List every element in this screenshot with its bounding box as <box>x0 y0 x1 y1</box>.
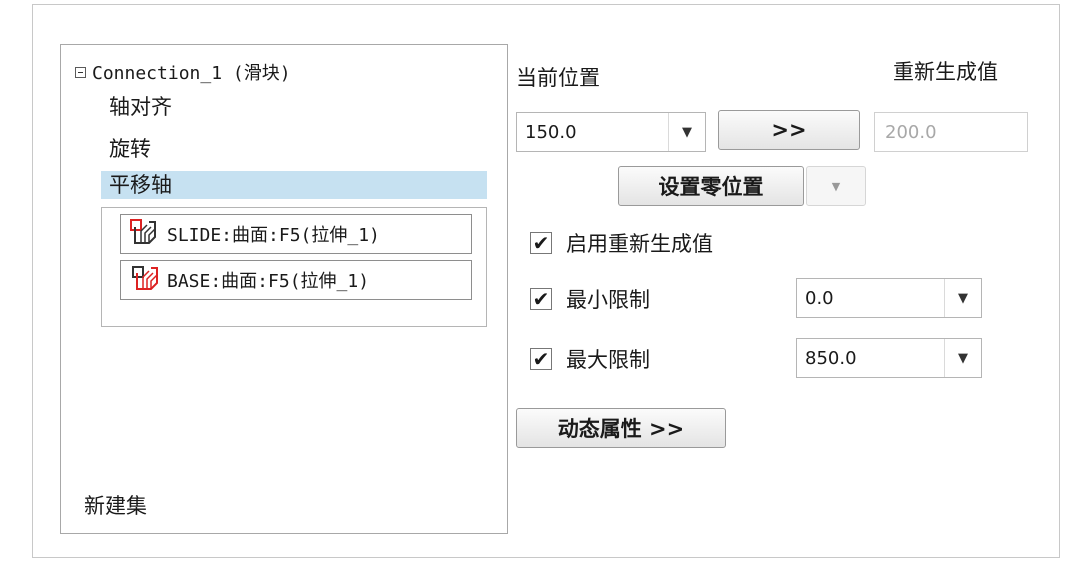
current-position-value[interactable]: 150.0 <box>517 122 668 143</box>
max-limit-label: 最大限制 <box>566 348 650 372</box>
tree-item-label: 轴对齐 <box>109 95 172 119</box>
set-zero-position-button[interactable]: 设置零位置 <box>618 166 804 206</box>
connection-tree: Connection_1 (滑块) 轴对齐 旋转 平移轴 SLIDE:曲面:F5… <box>60 44 508 534</box>
reference-item-base[interactable]: BASE:曲面:F5(拉伸_1) <box>120 260 472 300</box>
copy-to-regen-button[interactable]: >> <box>718 110 860 150</box>
surface-reference-icon <box>129 217 159 251</box>
set-zero-dropdown-button[interactable]: ▼ <box>806 166 866 206</box>
reference-label: SLIDE:曲面:F5(拉伸_1) <box>167 225 380 246</box>
chevron-down-icon[interactable]: ▼ <box>668 113 705 151</box>
tree-root-label: Connection_1 (滑块) <box>92 63 291 84</box>
reference-item-slide[interactable]: SLIDE:曲面:F5(拉伸_1) <box>120 214 472 254</box>
tree-item-axis-alignment[interactable]: 轴对齐 <box>109 93 172 121</box>
tree-item-rotation[interactable]: 旋转 <box>109 135 151 163</box>
tree-root-connection[interactable]: Connection_1 (滑块) <box>75 59 291 85</box>
dynamic-properties-button[interactable]: 动态属性 >> <box>516 408 726 448</box>
new-set-link[interactable]: 新建集 <box>84 490 147 520</box>
tree-item-label: 旋转 <box>109 137 151 161</box>
regen-value-field[interactable]: 200.0 <box>874 112 1028 152</box>
chevron-down-icon[interactable]: ▼ <box>944 279 981 317</box>
chevron-down-icon: ▼ <box>831 179 841 193</box>
collapse-toggle-icon[interactable] <box>75 66 86 78</box>
current-position-label: 当前位置 <box>516 66 600 90</box>
enable-regen-checkbox[interactable]: ✔ <box>530 232 552 254</box>
surface-reference-icon <box>129 263 159 297</box>
max-limit-combo[interactable]: 850.0 ▼ <box>796 338 982 378</box>
min-limit-checkbox[interactable]: ✔ <box>530 288 552 310</box>
tree-item-translation-axis[interactable]: 平移轴 <box>101 171 487 199</box>
tree-item-label: 平移轴 <box>109 173 172 197</box>
min-limit-combo[interactable]: 0.0 ▼ <box>796 278 982 318</box>
chevron-down-icon[interactable]: ▼ <box>944 339 981 377</box>
regen-value-label: 重新生成值 <box>893 60 998 84</box>
min-limit-value[interactable]: 0.0 <box>797 288 944 309</box>
enable-regen-label: 启用重新生成值 <box>566 232 713 256</box>
max-limit-value[interactable]: 850.0 <box>797 348 944 369</box>
reference-list: SLIDE:曲面:F5(拉伸_1) BASE:曲面:F5(拉伸_1) <box>101 207 487 327</box>
min-limit-label: 最小限制 <box>566 288 650 312</box>
reference-label: BASE:曲面:F5(拉伸_1) <box>167 271 370 292</box>
max-limit-checkbox[interactable]: ✔ <box>530 348 552 370</box>
current-position-combo[interactable]: 150.0 ▼ <box>516 112 706 152</box>
